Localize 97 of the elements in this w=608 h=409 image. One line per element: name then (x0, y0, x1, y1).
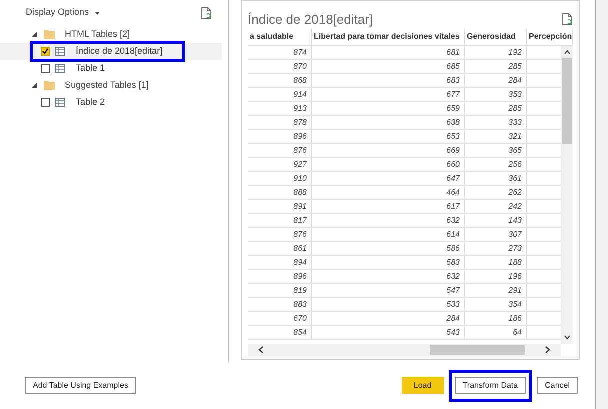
folder-icon (44, 81, 55, 90)
table-cell: 533 (312, 298, 465, 311)
table-cell: 883 (248, 298, 312, 311)
table-cell: 683 (312, 74, 465, 87)
table-cell: 891 (248, 200, 312, 213)
table-cell: 354 (465, 298, 527, 311)
table-cell: 817 (248, 214, 312, 227)
checkbox[interactable] (41, 64, 50, 73)
check-icon (42, 48, 49, 55)
table-cell: 307 (465, 228, 527, 241)
column-header[interactable]: a saludable (248, 29, 312, 45)
table-cell: 910 (248, 172, 312, 185)
table-cell: 647 (312, 172, 465, 185)
table-item[interactable]: Table 1 (32, 60, 183, 77)
table-cell: 685 (312, 60, 465, 73)
table-cell: 669 (312, 144, 465, 157)
table-icon (55, 64, 65, 73)
table-icon (55, 98, 65, 107)
table-cell: 670 (248, 312, 312, 325)
table-cell: 868 (248, 74, 312, 87)
refresh-document-icon[interactable] (201, 6, 212, 20)
table-cell: 888 (248, 186, 312, 199)
horizontal-scrollbar[interactable] (248, 344, 561, 356)
scroll-right-icon[interactable] (545, 346, 551, 354)
table-cell: 242 (465, 200, 527, 213)
table-cell: 583 (312, 256, 465, 269)
table-cell: 913 (248, 102, 312, 115)
table-cell: 638 (312, 116, 465, 129)
dialog-button[interactable]: Load (402, 377, 444, 394)
table-cell: 874 (248, 46, 312, 59)
table-cell: 876 (248, 228, 312, 241)
column-header[interactable]: Generosidad (465, 29, 527, 45)
table-cell: 876 (248, 144, 312, 157)
preview-title: Índice de 2018[editar] (248, 13, 374, 26)
table-cell: 896 (248, 270, 312, 283)
table-cell: 321 (465, 130, 527, 143)
table-cell: 273 (465, 242, 527, 255)
refresh-document-icon[interactable] (562, 13, 573, 26)
table-cell: 188 (465, 256, 527, 269)
table-cell: 143 (465, 214, 527, 227)
display-options-dropdown[interactable]: Display Options (26, 6, 90, 20)
table-cell: 854 (248, 326, 312, 339)
table-cell: 192 (465, 46, 527, 59)
dialog-button[interactable]: Cancel (537, 377, 578, 394)
table-cell: 186 (465, 312, 527, 325)
table-cell: 878 (248, 116, 312, 129)
table-cell: 365 (465, 144, 527, 157)
table-cell: 653 (312, 130, 465, 143)
table-cell: 285 (465, 102, 527, 115)
table-cell: 819 (248, 284, 312, 297)
column-header[interactable]: Libertad para tomar decisiones vitales (312, 29, 465, 45)
collapse-triangle-icon[interactable] (32, 83, 37, 88)
checkbox[interactable] (41, 98, 50, 107)
table-cell: 896 (248, 130, 312, 143)
folder-icon (44, 30, 55, 39)
table-cell: 262 (465, 186, 527, 199)
table-cell: 464 (312, 186, 465, 199)
table-cell: 256 (465, 158, 527, 171)
column-header[interactable]: Percepción (527, 29, 573, 45)
folder-label[interactable]: Suggested Tables [1] (62, 78, 149, 92)
table-cell: 284 (312, 312, 465, 325)
table-cell: 196 (465, 270, 527, 283)
table-cell: 681 (312, 46, 465, 59)
checkbox[interactable] (41, 47, 50, 56)
table-cell: 894 (248, 256, 312, 269)
table-cell: 870 (248, 60, 312, 73)
caret-icon (95, 12, 100, 14)
vertical-scrollbar[interactable] (561, 46, 573, 344)
table-cell: 285 (465, 60, 527, 73)
table-cell: 353 (465, 88, 527, 101)
table-cell: 586 (312, 242, 465, 255)
table-cell: 614 (312, 228, 465, 241)
table-item[interactable]: Table 2 (32, 94, 183, 111)
table-cell: 333 (465, 116, 527, 129)
table-cell: 291 (465, 284, 527, 297)
table-cell: 677 (312, 88, 465, 101)
table-cell: 632 (312, 270, 465, 283)
table-cell: 617 (312, 200, 465, 213)
folder-label[interactable]: HTML Tables [2] (62, 28, 130, 42)
dialog-button[interactable]: Transform Data (454, 377, 526, 394)
table-cell: 659 (312, 102, 465, 115)
scrollbar-thumb[interactable] (430, 345, 525, 355)
table-cell: 632 (312, 214, 465, 227)
table-cell: 64 (465, 326, 527, 339)
collapse-triangle-icon[interactable] (32, 32, 37, 37)
dialog-button[interactable]: Add Table Using Examples (25, 377, 136, 394)
table-cell: 927 (248, 158, 312, 171)
table-cell: 914 (248, 88, 312, 101)
scroll-left-icon[interactable] (258, 346, 264, 354)
table-cell: 284 (465, 74, 527, 87)
table-cell: 861 (248, 242, 312, 255)
table-cell: 361 (465, 172, 527, 185)
table-cell: 543 (312, 326, 465, 339)
table-icon (55, 47, 65, 56)
table-cell: 547 (312, 284, 465, 297)
table-cell: 660 (312, 158, 465, 171)
scrollbar-thumb[interactable] (562, 58, 572, 144)
